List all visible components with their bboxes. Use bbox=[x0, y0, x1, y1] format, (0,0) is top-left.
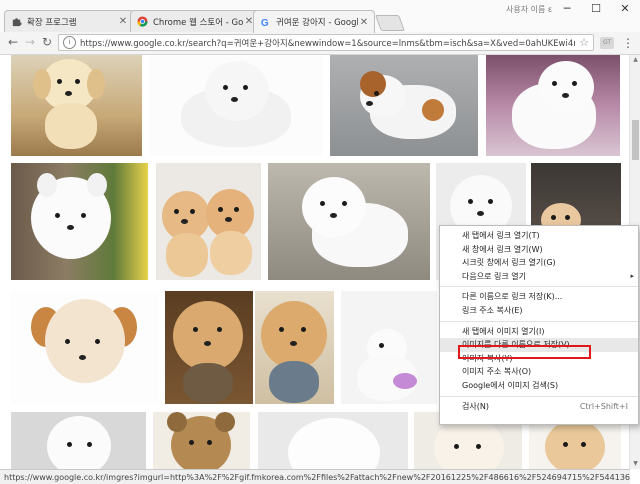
image-result[interactable] bbox=[150, 55, 322, 156]
puzzle-icon bbox=[12, 18, 22, 27]
submenu-arrow-icon: ▸ bbox=[630, 271, 634, 280]
image-result[interactable] bbox=[11, 55, 142, 156]
browser-toolbar: ← → ↻ i https://www.google.co.kr/search?… bbox=[0, 32, 640, 55]
scrollbar-thumb[interactable] bbox=[632, 120, 639, 160]
menu-item-label: 새 탭에서 이미지 열기(I) bbox=[462, 326, 545, 336]
image-result[interactable] bbox=[341, 291, 437, 404]
reload-button[interactable]: ↻ bbox=[39, 34, 55, 50]
minimize-button[interactable]: ─ bbox=[552, 0, 582, 20]
menu-item-search-google-image[interactable]: Google에서 이미지 검색(S) bbox=[440, 379, 638, 393]
image-result[interactable] bbox=[11, 291, 159, 404]
menu-item-inspect[interactable]: 검사(N) Ctrl+Shift+I bbox=[440, 400, 638, 414]
menu-item-label: 새 창에서 링크 열기(W) bbox=[462, 244, 543, 254]
menu-item-label: 링크 주소 복사(E) bbox=[462, 305, 523, 315]
menu-item-label: 다음으로 링크 열기 bbox=[462, 271, 526, 281]
menu-item-label: 새 탭에서 링크 열기(T) bbox=[462, 231, 540, 240]
image-result[interactable] bbox=[255, 291, 334, 404]
close-icon[interactable]: ✕ bbox=[358, 17, 370, 28]
menu-separator bbox=[440, 286, 638, 288]
image-result[interactable] bbox=[11, 163, 148, 280]
tab-google-images[interactable]: G 귀여운 강아지 - Google ✕ bbox=[253, 10, 375, 33]
context-menu: 새 탭에서 링크 열기(T) 새 창에서 링크 열기(W) 시크릿 창에서 링크… bbox=[439, 225, 639, 425]
back-button[interactable]: ← bbox=[5, 34, 21, 50]
star-icon[interactable]: ☆ bbox=[579, 36, 589, 49]
scroll-up-icon[interactable]: ▲ bbox=[630, 55, 640, 65]
menu-icon[interactable]: ⋮ bbox=[622, 35, 634, 51]
info-icon[interactable]: i bbox=[63, 36, 76, 49]
menu-item-open-link-new-tab[interactable]: 새 탭에서 링크 열기(T) bbox=[440, 229, 638, 243]
close-icon[interactable]: ✕ bbox=[117, 16, 129, 27]
forward-button[interactable]: → bbox=[22, 34, 38, 50]
maximize-button[interactable]: ☐ bbox=[581, 0, 611, 20]
tab-label: Chrome 웹 스토어 - Go bbox=[153, 17, 243, 28]
tab-label: 귀여운 강아지 - Google bbox=[276, 18, 358, 28]
menu-item-open-link-as[interactable]: 다음으로 링크 열기 ▸ bbox=[440, 270, 638, 284]
close-window-button[interactable]: ✕ bbox=[610, 0, 640, 20]
image-result[interactable] bbox=[165, 291, 253, 404]
menu-item-label: 검사(N) bbox=[462, 401, 489, 411]
menu-item-open-link-incognito[interactable]: 시크릿 창에서 링크 열기(G) bbox=[440, 256, 638, 270]
new-tab-button[interactable] bbox=[375, 15, 405, 31]
image-result[interactable] bbox=[11, 412, 146, 469]
tab-chrome-web-store[interactable]: Chrome 웹 스토어 - Go ✕ bbox=[130, 10, 260, 32]
image-result[interactable] bbox=[156, 163, 261, 280]
profile-name[interactable]: 사용자 이름 ε bbox=[506, 4, 552, 15]
menu-item-open-link-new-window[interactable]: 새 창에서 링크 열기(W) bbox=[440, 243, 638, 257]
extension-icon[interactable]: GT bbox=[600, 37, 614, 49]
title-bar: 확장 프로그램 ✕ Chrome 웹 스토어 - Go ✕ G 귀여운 강아지 … bbox=[0, 0, 640, 33]
status-bar-url: https://www.google.co.kr/imgres?imgurl=h… bbox=[0, 469, 630, 484]
image-result[interactable] bbox=[258, 412, 408, 469]
menu-item-save-link-as[interactable]: 다른 이름으로 링크 저장(K)... bbox=[440, 290, 638, 304]
address-bar[interactable]: i https://www.google.co.kr/search?q=귀여운+… bbox=[58, 34, 594, 51]
tab-label: 확장 프로그램 bbox=[27, 17, 77, 28]
shortcut-label: Ctrl+Shift+I bbox=[579, 401, 628, 411]
image-result[interactable] bbox=[153, 412, 250, 469]
menu-item-label: 시크릿 창에서 링크 열기(G) bbox=[462, 258, 556, 268]
svg-text:G: G bbox=[261, 18, 269, 28]
image-result[interactable] bbox=[268, 163, 430, 280]
menu-item-copy-link-address[interactable]: 링크 주소 복사(E) bbox=[440, 304, 638, 318]
tab-extensions[interactable]: 확장 프로그램 ✕ bbox=[4, 10, 134, 32]
chrome-store-icon bbox=[137, 16, 148, 27]
image-result[interactable] bbox=[486, 55, 620, 156]
image-result[interactable] bbox=[330, 55, 478, 156]
menu-item-open-image-new-tab[interactable]: 새 탭에서 이미지 열기(I) bbox=[440, 325, 638, 339]
menu-item-label: Google에서 이미지 검색(S) bbox=[462, 380, 559, 390]
url-text[interactable]: https://www.google.co.kr/search?q=귀여운+강아… bbox=[80, 37, 575, 49]
menu-separator bbox=[440, 320, 638, 322]
google-icon: G bbox=[261, 18, 269, 28]
menu-item-copy-image-address[interactable]: 이미지 주소 복사(O) bbox=[440, 365, 638, 379]
menu-item-label: 다른 이름으로 링크 저장(K)... bbox=[462, 292, 563, 302]
scroll-down-icon[interactable]: ▼ bbox=[630, 459, 640, 469]
highlight-box bbox=[458, 345, 591, 359]
menu-item-label: 이미지 주소 복사(O) bbox=[462, 367, 532, 377]
menu-separator bbox=[440, 395, 638, 397]
